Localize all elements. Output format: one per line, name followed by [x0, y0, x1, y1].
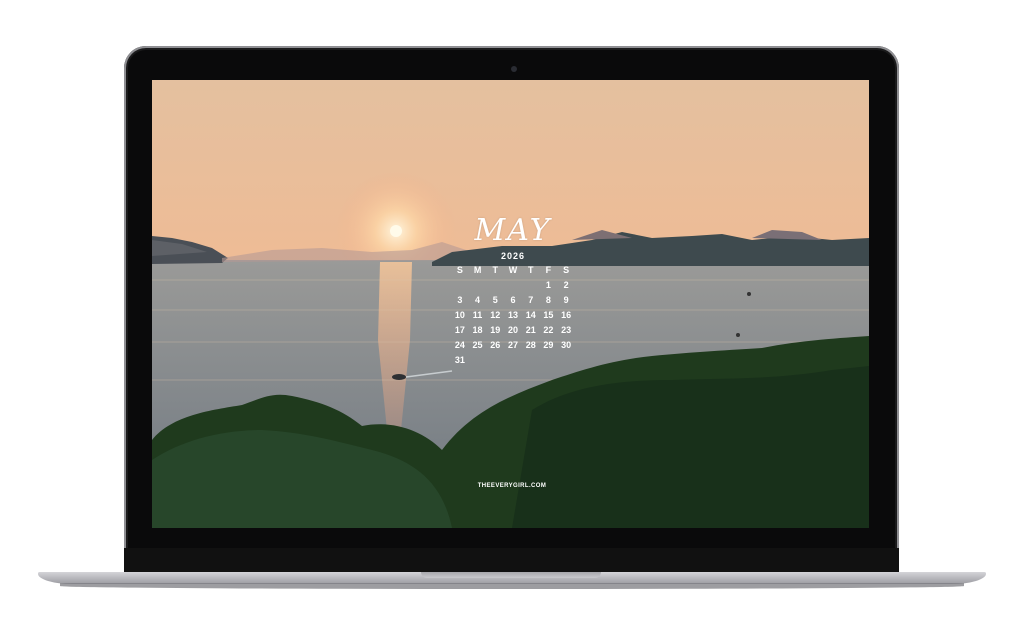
- calendar-blank: [469, 279, 487, 291]
- calendar-day: 7: [528, 295, 534, 305]
- calendar-day: 23: [561, 325, 572, 335]
- laptop-base-shadow: [60, 583, 964, 589]
- calendar-day: 17: [454, 325, 465, 335]
- calendar-year: 2026: [500, 251, 526, 261]
- calendar-day: 2: [563, 280, 569, 290]
- calendar-grid: S M T W T F S 1 2 3 4 5 6 7 8 9 10 11 12 13 14 15 16 17 18 19 20 21…: [451, 264, 575, 366]
- calendar-day: 14: [525, 310, 536, 320]
- calendar-blank: [486, 279, 504, 291]
- calendar-day: 24: [454, 340, 465, 350]
- calendar-day: 16: [561, 310, 572, 320]
- calendar-day: 31: [454, 355, 465, 365]
- calendar-day: 30: [561, 340, 572, 350]
- calendar-day: 19: [490, 325, 501, 335]
- weekday-header: W: [508, 265, 518, 275]
- weekday-header: F: [545, 265, 552, 275]
- calendar-day: 12: [490, 310, 501, 320]
- calendar-day: 21: [525, 325, 536, 335]
- calendar-day: 6: [510, 295, 516, 305]
- weekday-header: S: [456, 265, 463, 275]
- watermark: THEEVERYGIRL.COM: [477, 483, 547, 489]
- calendar-day: 10: [454, 310, 465, 320]
- calendar-blank: [451, 279, 469, 291]
- calendar-day: 8: [545, 295, 551, 305]
- calendar-day: 26: [490, 340, 501, 350]
- calendar-blank: [522, 279, 540, 291]
- calendar-day: 25: [472, 340, 483, 350]
- calendar-day: 27: [507, 340, 518, 350]
- calendar-day: 11: [472, 310, 483, 320]
- calendar-day: 29: [543, 340, 554, 350]
- calendar-blank: [504, 279, 522, 291]
- calendar-day: 20: [507, 325, 518, 335]
- calendar-day: 28: [525, 340, 536, 350]
- laptop-opening-notch: [421, 572, 601, 578]
- calendar-month: MAY: [474, 213, 552, 248]
- calendar-day: 13: [507, 310, 518, 320]
- calendar-day: 15: [543, 310, 554, 320]
- calendar-day: 1: [545, 280, 551, 290]
- desktop-wallpaper: MAY 2026 S M T W T F S 1 2 3 4 5 6 7 8 9 10 11 12 13 14 15 16 1…: [152, 80, 869, 528]
- calendar-day: 18: [472, 325, 483, 335]
- calendar-overlay: MAY 2026 S M T W T F S 1 2 3 4 5 6 7 8 9 10 11 12 13 14 15 16 1…: [451, 213, 575, 366]
- calendar-day: 4: [475, 295, 481, 305]
- weekday-header: M: [473, 265, 482, 275]
- calendar-day: 9: [563, 295, 569, 305]
- calendar-day: 22: [543, 325, 554, 335]
- camera-icon: [511, 66, 517, 72]
- weekday-header: S: [563, 265, 570, 275]
- weekday-header: T: [492, 265, 499, 275]
- calendar-day: 5: [492, 295, 498, 305]
- laptop-chin: [124, 548, 899, 574]
- calendar-day: 3: [457, 295, 463, 305]
- weekday-header: T: [527, 265, 534, 275]
